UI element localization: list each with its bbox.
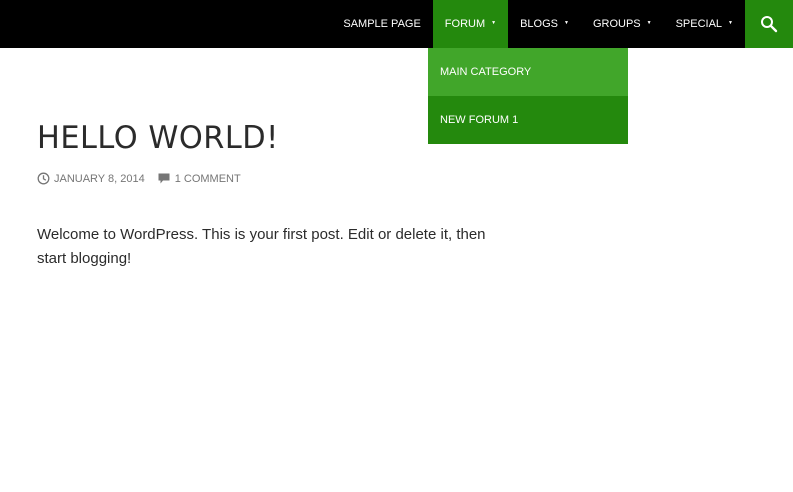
post-date: January 8, 2014 xyxy=(54,172,145,185)
clock-icon xyxy=(37,172,50,185)
post-meta: January 8, 2014 1 Comment xyxy=(37,172,517,185)
comment-icon xyxy=(158,173,170,184)
submenu-item-label: Main Category xyxy=(440,66,532,78)
post-title[interactable]: Hello World! xyxy=(37,118,507,158)
primary-navigation: Sample Page Forum Blogs Groups Special xyxy=(331,0,745,48)
search-icon xyxy=(761,16,778,33)
site-header: Sample Page Forum Blogs Groups Special xyxy=(0,0,793,48)
nav-item-label: Blogs xyxy=(520,18,558,30)
post-comments-count: 1 Comment xyxy=(174,172,241,185)
dropdown-caret-icon xyxy=(728,20,733,28)
nav-item-label: Sample Page xyxy=(343,18,421,30)
nav-item-label: Groups xyxy=(592,18,641,30)
nav-item-label: Special xyxy=(675,18,723,30)
nav-item-special[interactable]: Special xyxy=(664,0,745,48)
nav-item-label: Forum xyxy=(444,18,486,30)
dropdown-caret-icon xyxy=(647,20,652,28)
post: Hello World! January 8, 2014 1 Comment W… xyxy=(37,118,517,271)
post-comments-link[interactable]: 1 Comment xyxy=(157,172,241,185)
nav-item-blogs[interactable]: Blogs xyxy=(508,0,581,48)
dropdown-caret-icon xyxy=(491,20,496,28)
nav-item-sample-page[interactable]: Sample Page xyxy=(331,0,432,48)
post-date-link[interactable]: January 8, 2014 xyxy=(37,172,145,185)
post-body: Welcome to WordPress. This is your first… xyxy=(37,226,486,267)
dropdown-caret-icon xyxy=(564,20,569,28)
nav-item-forum[interactable]: Forum xyxy=(432,0,509,48)
submenu-item-main-category[interactable]: Main Category xyxy=(428,48,628,96)
search-toggle-button[interactable] xyxy=(745,0,793,48)
nav-item-groups[interactable]: Groups xyxy=(581,0,664,48)
